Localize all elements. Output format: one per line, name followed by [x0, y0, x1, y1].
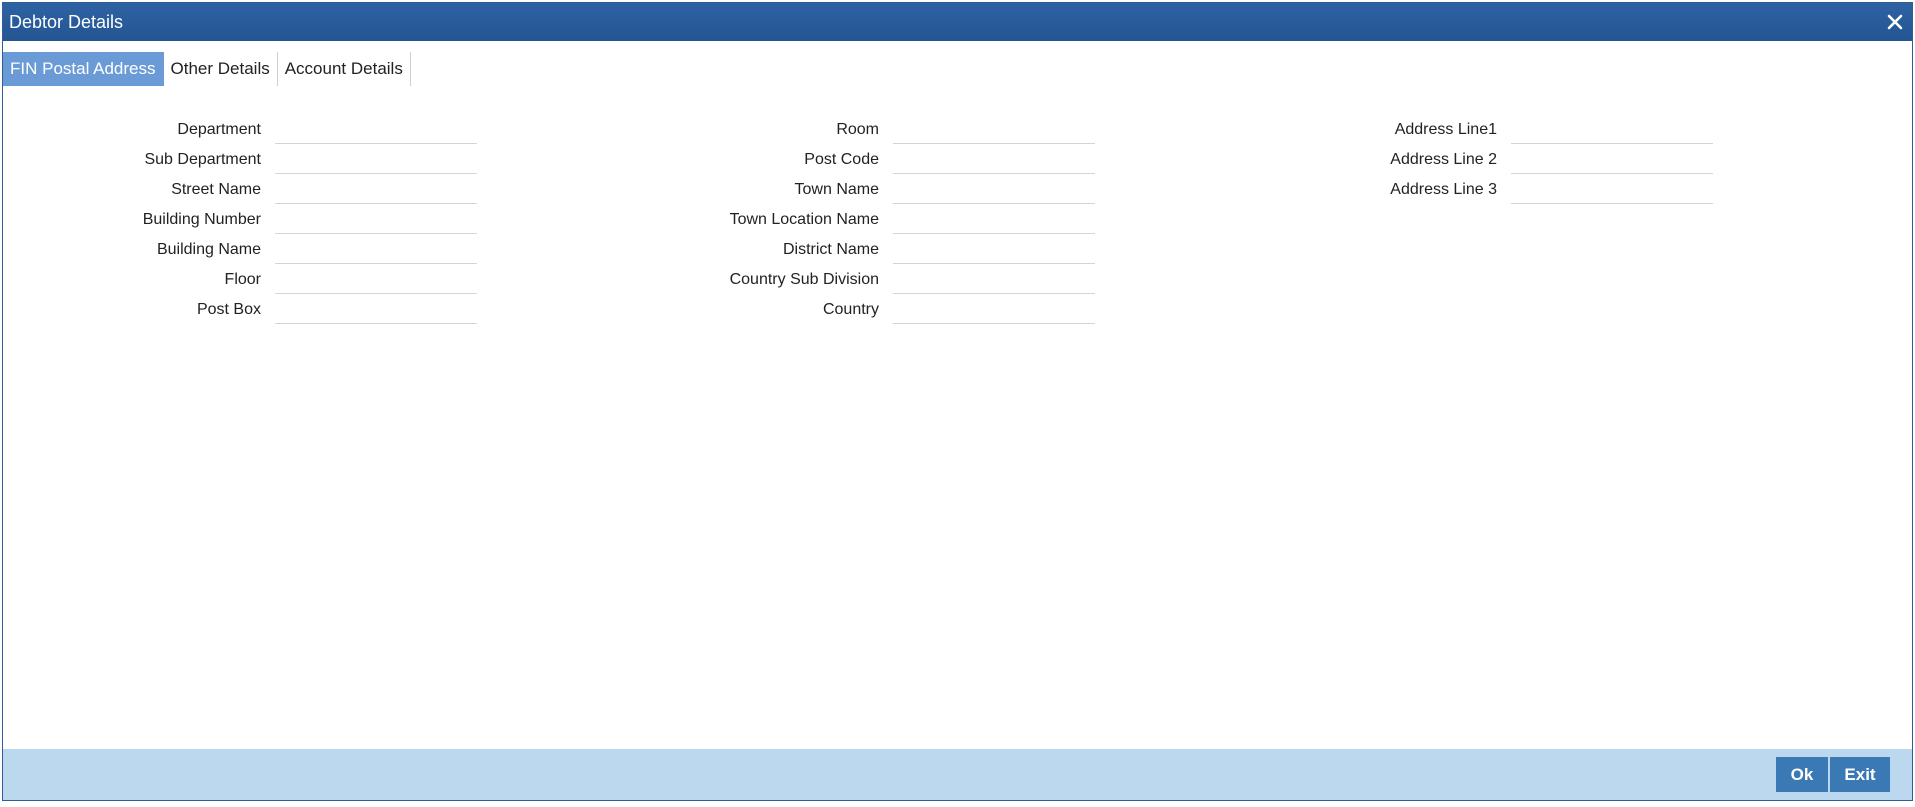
dialog-footer: Ok Exit [3, 749, 1912, 800]
tab-account-details[interactable]: Account Details [278, 52, 411, 86]
tab-fin-postal-address[interactable]: FIN Postal Address [3, 52, 164, 86]
country-sub-division-label: Country Sub Division [729, 271, 879, 288]
country-field[interactable] [893, 295, 1095, 324]
address-line-1-field[interactable] [1511, 115, 1713, 144]
address-line-3-field[interactable] [1511, 175, 1713, 204]
address-line-2-label: Address Line 2 [1390, 151, 1497, 168]
district-name-field[interactable] [893, 235, 1095, 264]
title-bar: Debtor Details [3, 3, 1912, 41]
tab-other-details[interactable]: Other Details [164, 52, 278, 86]
country-label: Country [822, 301, 879, 318]
dialog-title: Debtor Details [9, 12, 124, 32]
address-line-2-field[interactable] [1511, 145, 1713, 174]
district-name-label: District Name [782, 241, 879, 258]
address-line-1-label: Address Line1 [1394, 121, 1497, 138]
tab-bar: FIN Postal Address Other Details Account… [3, 52, 411, 86]
town-location-name-label: Town Location Name [729, 211, 879, 228]
close-icon[interactable] [1884, 11, 1906, 33]
exit-button[interactable]: Exit [1830, 757, 1890, 792]
debtor-details-dialog: Debtor Details FIN Postal Address Other … [2, 2, 1913, 801]
address-line-3-label: Address Line 3 [1390, 181, 1497, 198]
ok-button[interactable]: Ok [1776, 757, 1828, 792]
country-sub-division-field[interactable] [893, 265, 1095, 294]
town-location-name-field[interactable] [893, 205, 1095, 234]
